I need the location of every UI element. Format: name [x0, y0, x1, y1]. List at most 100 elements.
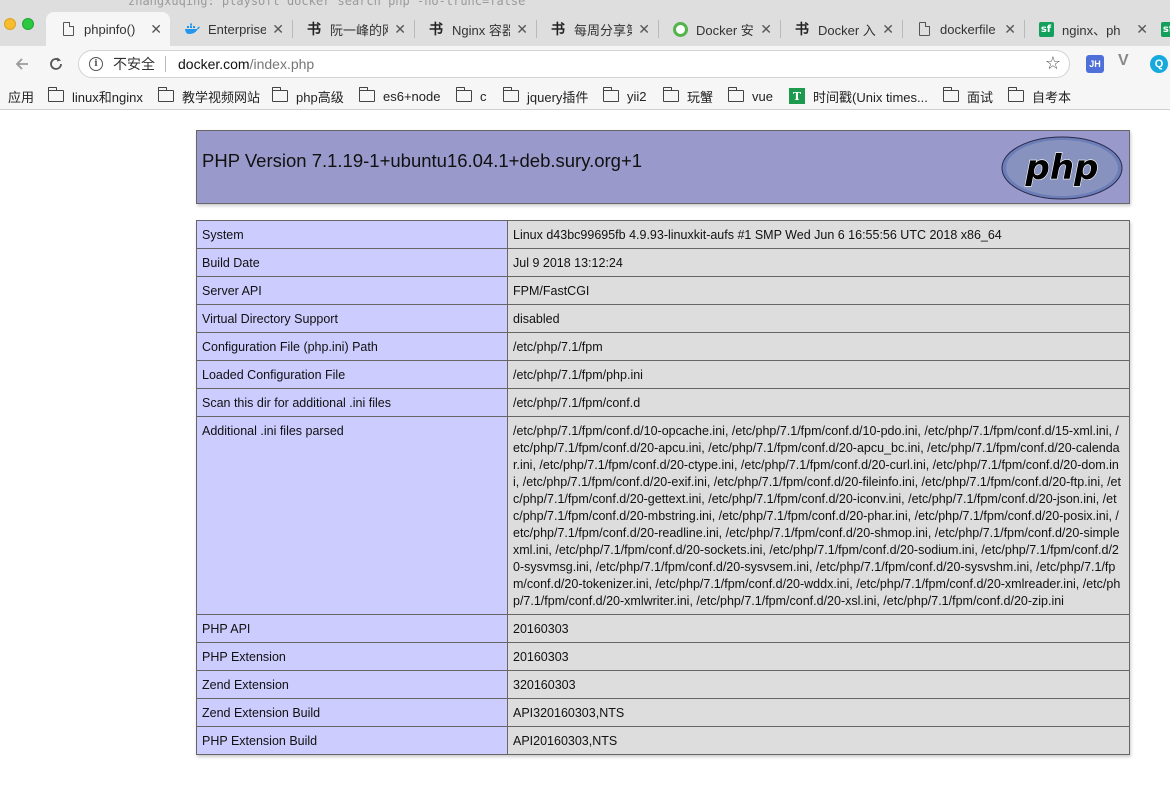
row-value: /etc/php/7.1/fpm/conf.d	[507, 388, 1130, 417]
tab-weekly-share[interactable]: 书 每周分享第 ✕	[536, 12, 658, 46]
table-row: System Linux d43bc99695fb 4.9.93-linuxkit…	[196, 220, 1130, 249]
bookmark-label: 面试	[967, 89, 994, 105]
folder-icon	[455, 87, 472, 102]
minimize-window-button[interactable]	[4, 18, 16, 30]
tab-overflow[interactable]: sf	[1156, 12, 1170, 46]
zoom-window-button[interactable]	[22, 18, 34, 30]
tab-strip: zhangxuqing: playsoft docker search php …	[0, 0, 1170, 46]
search-extension-icon[interactable]: Q	[1150, 55, 1168, 73]
row-value: disabled	[507, 304, 1130, 333]
bookmark-interview[interactable]: 面试	[942, 87, 994, 105]
row-value: /etc/php/7.1/fpm	[507, 332, 1130, 361]
table-row: Configuration File (php.ini) Path/etc/ph…	[196, 332, 1130, 361]
close-tab-icon[interactable]: ✕	[760, 21, 772, 38]
page-content: PHP Version 7.1.19-1+ubuntu16.04.1+deb.s…	[0, 111, 1170, 796]
table-row: Loaded Configuration File/etc/php/7.1/fp…	[196, 360, 1130, 389]
back-arrow-icon[interactable]	[10, 52, 34, 76]
tab-title: nginx、ph	[1062, 22, 1121, 38]
security-label[interactable]: 不安全	[113, 54, 155, 74]
tab-docker-intro[interactable]: 书 Docker 入 ✕	[780, 12, 902, 46]
php-version-title: PHP Version 7.1.19-1+ubuntu16.04.1+deb.s…	[202, 150, 643, 171]
row-key: Server API	[196, 276, 508, 305]
close-tab-icon[interactable]: ✕	[394, 21, 406, 38]
bookmark-jquery-plugins[interactable]: jquery插件	[502, 87, 588, 105]
tab-title: Enterprise	[208, 21, 267, 37]
timestamp-icon: T	[789, 88, 805, 104]
bookmark-label: c	[480, 88, 487, 104]
row-key: Loaded Configuration File	[196, 360, 508, 389]
bookmark-c[interactable]: c	[455, 87, 487, 105]
reload-icon[interactable]	[44, 52, 68, 76]
segmentfault-icon: sf	[1160, 21, 1170, 37]
tab-title: Docker 安	[696, 22, 754, 38]
table-row: Server API FPM/FastCGI	[196, 276, 1130, 305]
folder-icon	[47, 87, 64, 102]
row-key: Virtual Directory Support	[196, 304, 508, 333]
close-tab-icon[interactable]: ✕	[1136, 21, 1148, 38]
close-tab-icon[interactable]: ✕	[1004, 21, 1016, 38]
row-value: 320160303	[507, 670, 1130, 699]
table-row: PHP Extension 20160303	[196, 642, 1130, 671]
bookmark-linux-nginx[interactable]: linux和nginx	[47, 87, 143, 105]
bookmark-label: 时间戳(Unix times...	[813, 89, 928, 105]
jh-extension-icon[interactable]: JH	[1086, 55, 1104, 73]
document-icon	[916, 21, 932, 37]
bookmark-label: yii2	[627, 88, 647, 104]
url-path[interactable]: /index.php	[250, 56, 315, 72]
bookmark-es6-node[interactable]: es6+node	[358, 87, 440, 105]
close-tab-icon[interactable]: ✕	[638, 21, 650, 38]
jianshu-icon: 书	[795, 22, 809, 38]
bookmark-apps[interactable]: 应用	[8, 87, 34, 105]
bookmark-yii2[interactable]: yii2	[602, 87, 647, 105]
close-tab-icon[interactable]: ✕	[272, 21, 284, 38]
row-value: FPM/FastCGI	[507, 276, 1130, 305]
php-logo[interactable]: php	[1001, 136, 1123, 200]
row-value: Linux d43bc99695fb 4.9.93-linuxkit-aufs …	[507, 220, 1130, 249]
bookmark-label: 教学视频网站	[182, 89, 261, 105]
row-value: API20160303,NTS	[507, 726, 1130, 755]
bookmark-php-advanced[interactable]: php高级	[271, 87, 344, 105]
url-host[interactable]: docker.com	[178, 56, 250, 72]
tab-phpinfo[interactable]: phpinfo() ✕	[46, 12, 170, 46]
row-value: 20160303	[507, 642, 1130, 671]
tab-ruanyifeng[interactable]: 书 阮一峰的网 ✕	[292, 12, 414, 46]
jianshu-icon: 书	[307, 22, 321, 38]
bookmark-vue[interactable]: vue	[727, 87, 773, 105]
bookmark-label: 应用	[8, 89, 35, 105]
bookmark-label: linux和nginx	[72, 89, 143, 105]
tab-dockerfile[interactable]: dockerfile ✕	[902, 12, 1024, 46]
tab-nginx-container[interactable]: 书 Nginx 容器 ✕	[414, 12, 536, 46]
folder-icon	[157, 87, 174, 102]
green-ring-icon	[672, 21, 688, 37]
close-tab-icon[interactable]: ✕	[516, 21, 528, 38]
php-info-table: System Linux d43bc99695fb 4.9.93-linuxkit…	[196, 220, 1130, 755]
segmentfault-icon: sf	[1038, 21, 1054, 37]
bookmark-timestamp[interactable]: T 时间戳(Unix times...	[789, 87, 928, 105]
jianshu-icon: 书	[429, 22, 443, 38]
bookmark-crab[interactable]: 玩蟹	[662, 87, 713, 105]
row-key: PHP Extension Build	[196, 726, 508, 755]
address-bar[interactable]: i 不安全 docker.com/index.php ☆	[78, 50, 1070, 78]
vue-devtools-extension-icon[interactable]: V	[1118, 52, 1129, 70]
row-value: 20160303	[507, 614, 1130, 643]
table-row: Zend Extension 320160303	[196, 670, 1130, 699]
folder-icon	[358, 87, 375, 102]
tab-docker-install[interactable]: Docker 安 ✕	[658, 12, 780, 46]
bookmark-star-icon[interactable]: ☆	[1045, 53, 1061, 74]
tab-title: phpinfo()	[84, 21, 136, 37]
bookmark-video-sites[interactable]: 教学视频网站	[157, 87, 261, 105]
bookmark-self-exam[interactable]: 自考本	[1007, 87, 1071, 105]
terminal-overlay-text: zhangxuqing: playsoft docker search php …	[128, 0, 526, 8]
close-tab-icon[interactable]: ✕	[882, 21, 894, 38]
bookmark-label: vue	[752, 88, 773, 104]
tab-enterprise[interactable]: Enterprise ✕	[170, 12, 292, 46]
browser-toolbar: i 不安全 docker.com/index.php ☆ JH V Q	[0, 46, 1170, 82]
table-row: Scan this dir for additional .ini files /…	[196, 388, 1130, 417]
php-logo-text: php	[1025, 148, 1099, 188]
folder-icon	[1007, 87, 1024, 102]
close-tab-icon[interactable]: ✕	[150, 21, 162, 38]
row-key: PHP Extension	[196, 642, 508, 671]
info-icon[interactable]: i	[89, 57, 103, 71]
tab-nginx-php[interactable]: sf nginx、ph ✕	[1024, 12, 1156, 46]
table-row: Additional .ini files parsed/etc/php/7.1…	[196, 416, 1130, 615]
